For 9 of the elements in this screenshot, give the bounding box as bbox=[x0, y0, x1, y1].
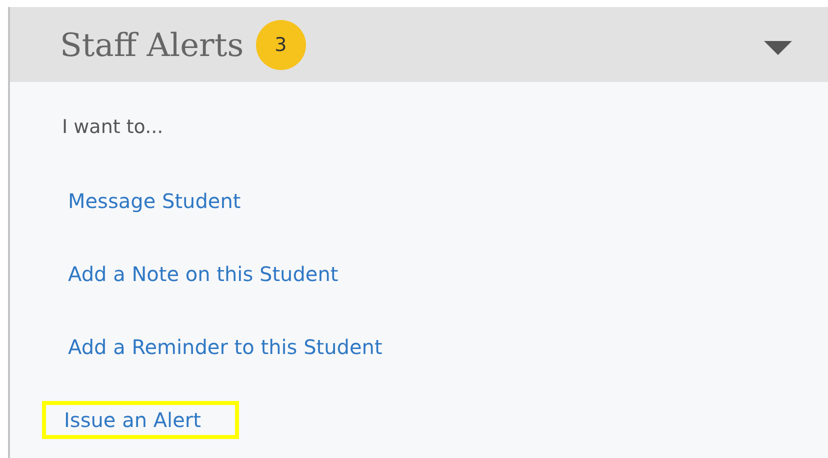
action-link[interactable]: Message Student bbox=[62, 182, 247, 220]
count-badge: 3 bbox=[256, 20, 306, 70]
panel-title: Staff Alerts bbox=[60, 26, 244, 64]
caret-icon[interactable] bbox=[764, 40, 792, 54]
panel-header[interactable]: Staff Alerts 3 bbox=[8, 7, 828, 82]
action-link[interactable]: Add a Reminder to this Student bbox=[62, 328, 388, 366]
action-link[interactable]: Issue an Alert bbox=[42, 401, 239, 439]
prompt-text: I want to... bbox=[62, 116, 164, 140]
action-link[interactable]: Add a Note on this Student bbox=[62, 255, 344, 293]
